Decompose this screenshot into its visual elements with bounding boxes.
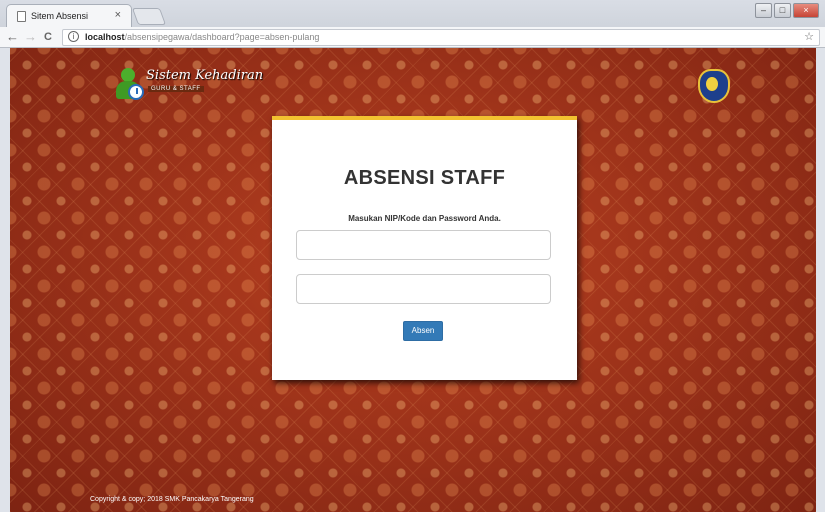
login-card: ABSENSI STAFF Masukan NIP/Kode dan Passw… — [272, 116, 577, 380]
maximize-button[interactable]: □ — [774, 3, 791, 18]
browser-tab-strip: Sitem Absensi × – □ × — [0, 0, 825, 27]
person-icon — [121, 68, 135, 82]
absen-submit-button[interactable]: Absen — [403, 321, 443, 341]
page-icon — [17, 11, 26, 22]
reload-icon[interactable]: C — [44, 29, 52, 45]
login-title: ABSENSI STAFF — [343, 167, 506, 189]
minimize-button[interactable]: – — [755, 3, 772, 18]
bookmark-star-icon[interactable]: ☆ — [804, 30, 814, 45]
url-path: /absensipegawa/dashboard?page=absen-pula… — [124, 32, 320, 42]
app-logo: Sistem Kehadiran GURU & STAFF — [114, 64, 263, 108]
brand-subtitle: GURU & STAFF — [148, 86, 204, 92]
nip-input[interactable] — [296, 230, 551, 260]
institution-emblem-icon — [698, 69, 730, 103]
login-instructions: Masukan NIP/Kode dan Password Anda. — [348, 214, 501, 223]
tab-close-icon[interactable]: × — [115, 9, 121, 21]
close-window-button[interactable]: × — [793, 3, 819, 18]
page-background: Sistem Kehadiran GURU & STAFF ABSENSI ST… — [10, 48, 816, 512]
new-tab-button[interactable] — [131, 8, 167, 25]
url-host: localhost — [85, 32, 125, 42]
forward-arrow-icon[interactable]: → — [24, 29, 37, 45]
browser-tab[interactable]: Sitem Absensi × — [6, 4, 132, 27]
clock-icon — [128, 84, 144, 100]
back-arrow-icon[interactable]: ← — [6, 29, 19, 45]
url-text: localhost/absensipegawa/dashboard?page=a… — [85, 30, 319, 45]
tab-title: Sitem Absensi — [31, 11, 89, 21]
brand-name: Sistem Kehadiran — [146, 68, 264, 83]
info-icon[interactable]: i — [68, 31, 79, 42]
password-input[interactable] — [296, 274, 551, 304]
address-bar[interactable]: i localhost/absensipegawa/dashboard?page… — [62, 29, 820, 46]
browser-toolbar: ← → C i localhost/absensipegawa/dashboar… — [0, 27, 825, 48]
footer-copyright: Copyright & copy; 2018 SMK Pancakarya Ta… — [90, 496, 254, 503]
